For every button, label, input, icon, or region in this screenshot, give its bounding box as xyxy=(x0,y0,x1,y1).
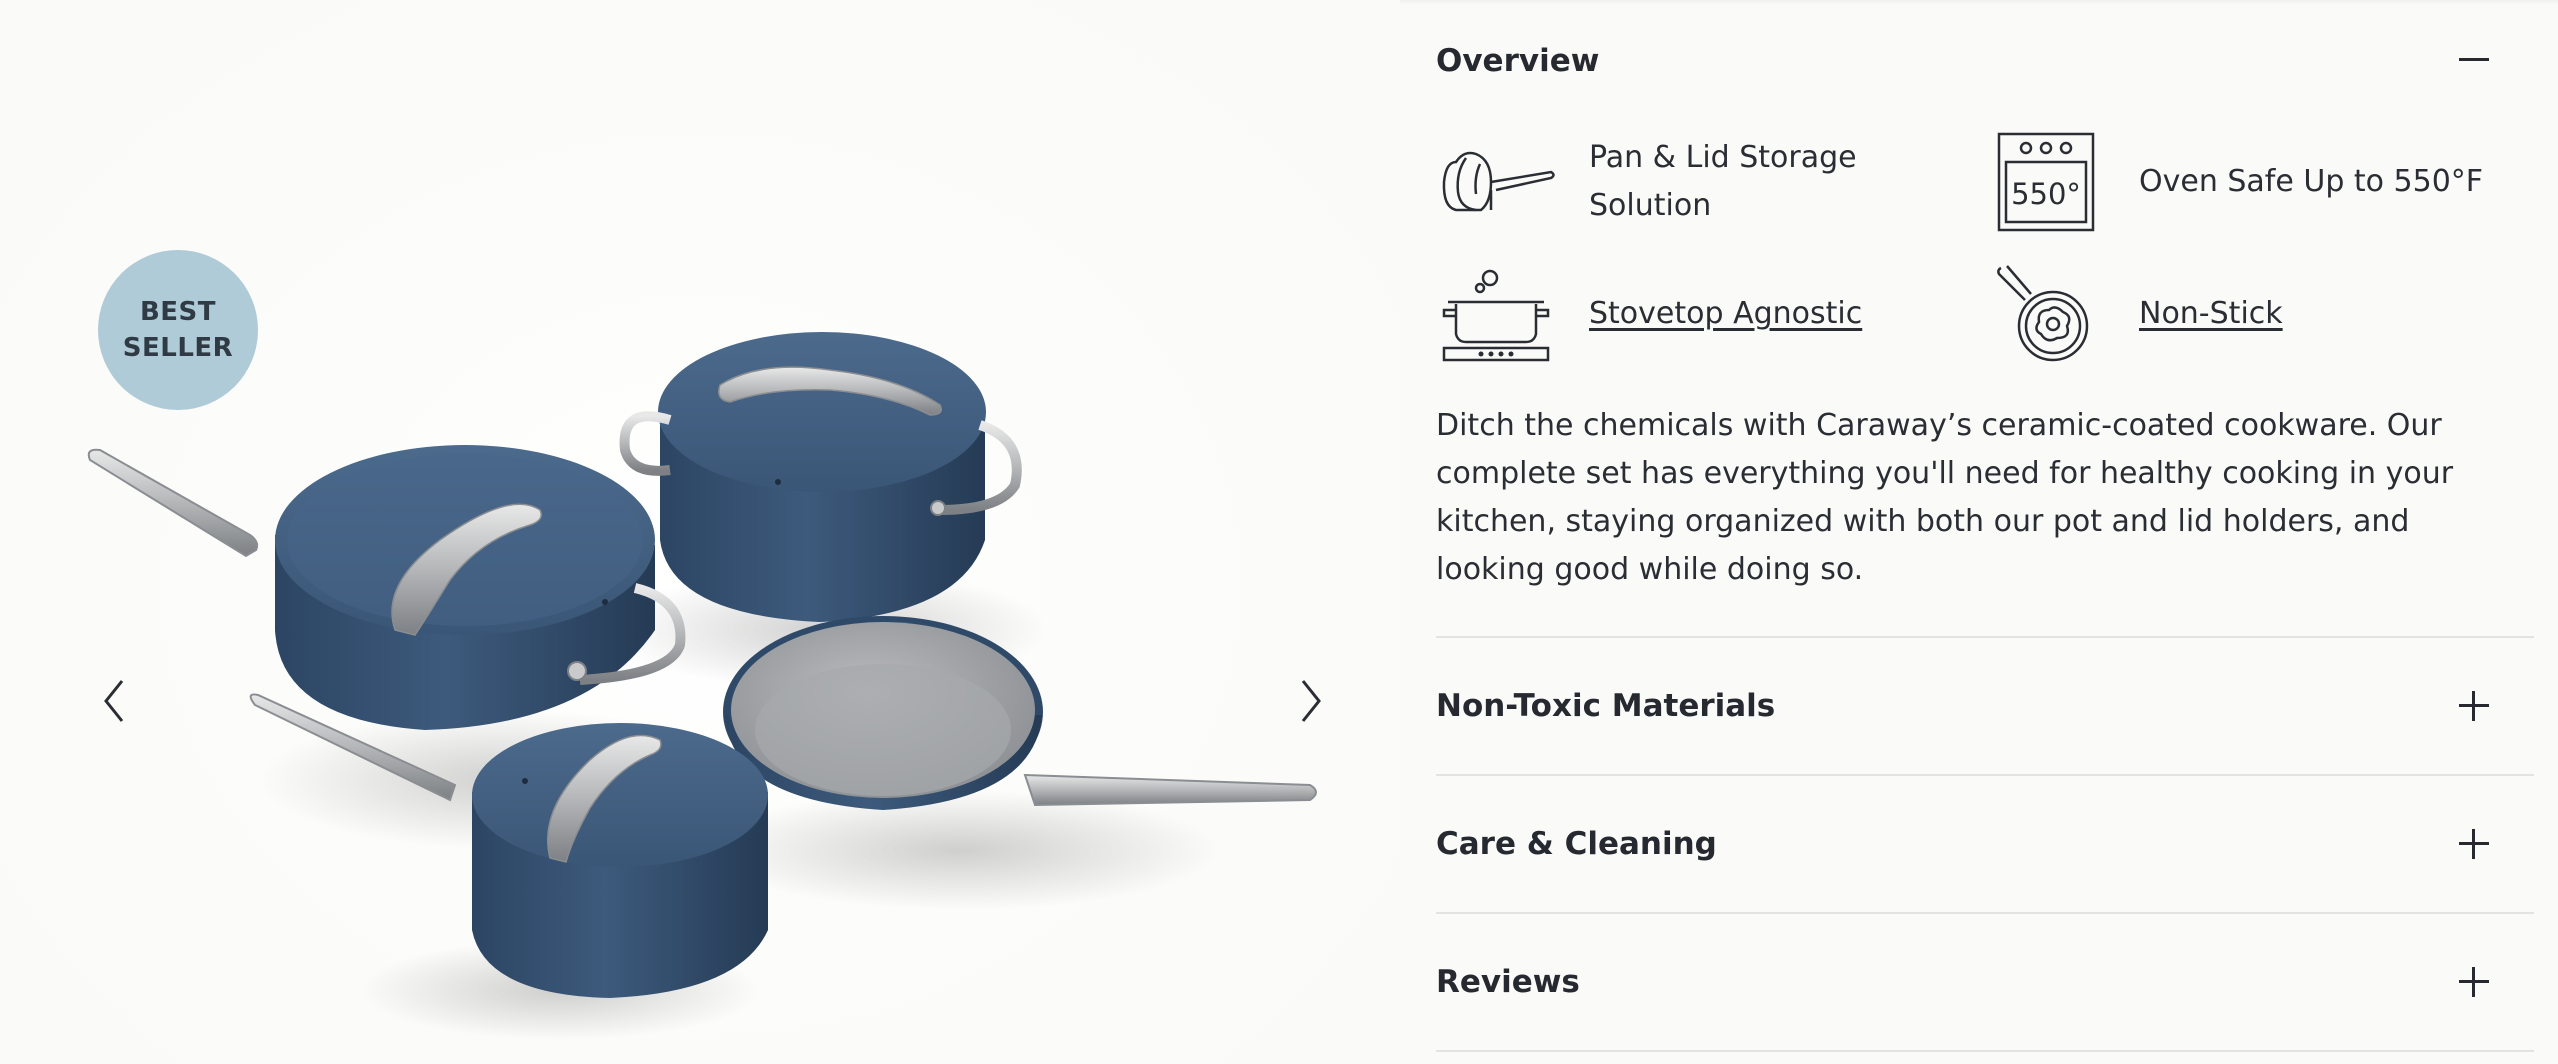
section-non-toxic-materials[interactable]: Non-Toxic Materials xyxy=(1436,638,2534,774)
section-title: Non-Toxic Materials xyxy=(1436,688,1776,724)
plus-icon[interactable] xyxy=(2454,686,2494,726)
divider xyxy=(1436,1050,2534,1052)
product-gallery: BEST SELLER xyxy=(0,0,1400,1064)
feature-pan-lid-storage: Pan & Lid Storage Solution xyxy=(1436,132,1976,232)
feature-link-stovetop-agnostic[interactable]: Stovetop Agnostic xyxy=(1589,290,1862,338)
gallery-prev-button[interactable] xyxy=(84,671,144,731)
badge-line-2: SELLER xyxy=(122,333,234,363)
gallery-next-button[interactable] xyxy=(1281,671,1341,731)
section-title: Reviews xyxy=(1436,964,1580,1000)
best-seller-badge: BEST SELLER xyxy=(98,250,258,410)
section-reviews[interactable]: Reviews xyxy=(1436,914,2534,1050)
pan-lid-storage-icon xyxy=(1436,142,1556,222)
cookware-set-navy-image xyxy=(87,332,1317,1040)
overview-description: Ditch the chemicals with Caraway’s ceram… xyxy=(1436,408,2454,587)
feature-label-oven-safe: Oven Safe Up to 550°F xyxy=(2139,164,2484,199)
section-care-cleaning[interactable]: Care & Cleaning xyxy=(1436,776,2534,912)
chevron-left-icon xyxy=(104,680,124,722)
frying-pan-egg-icon xyxy=(1986,264,2106,364)
minus-icon[interactable] xyxy=(2454,40,2494,80)
section-title: Care & Cleaning xyxy=(1436,826,1717,862)
svg-text:550°: 550° xyxy=(2011,177,2081,211)
feature-link-non-stick[interactable]: Non-Stick xyxy=(2139,290,2283,338)
oven-550-icon: 550° xyxy=(1986,132,2106,232)
chevron-right-icon xyxy=(1301,680,1321,722)
feature-stovetop-agnostic[interactable]: Stovetop Agnostic xyxy=(1436,264,1976,364)
feature-non-stick[interactable]: Non-Stick xyxy=(1986,264,2526,364)
feature-label-pan-lid-storage: Pan & Lid Storage Solution xyxy=(1589,140,1857,223)
overview-header[interactable]: Overview xyxy=(1436,0,2534,122)
product-details-accordion: Overview Pan & Lid Storage Solution 550°… xyxy=(1436,0,2534,1052)
overview-title: Overview xyxy=(1436,43,1600,79)
stovetop-pot-icon xyxy=(1436,264,1556,364)
plus-icon[interactable] xyxy=(2454,962,2494,1002)
overview-features: Pan & Lid Storage Solution 550° Oven Saf… xyxy=(1436,122,2534,382)
feature-oven-safe: 550° Oven Safe Up to 550°F xyxy=(1986,127,2526,237)
plus-icon[interactable] xyxy=(2454,824,2494,864)
badge-line-1: BEST xyxy=(139,297,217,327)
